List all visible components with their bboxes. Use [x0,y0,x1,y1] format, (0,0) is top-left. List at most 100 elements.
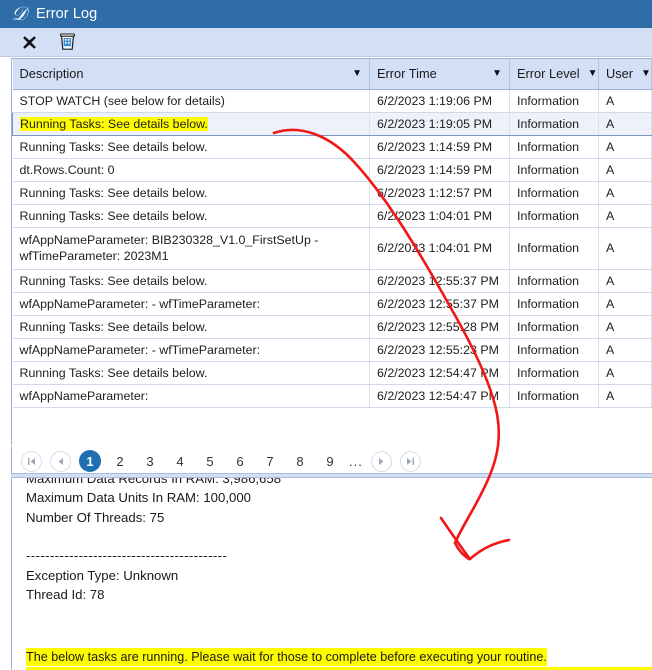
pager-next-button[interactable] [370,450,392,472]
error-log-grid[interactable]: Description ▼ Error Time ▼ Error Level ▼… [11,58,652,445]
close-button[interactable] [16,31,42,53]
table-cell-error-level[interactable]: Information [509,204,599,228]
table-cell-description[interactable]: wfAppNameParameter: [12,384,370,408]
table-row[interactable]: wfAppNameParameter: - wfTimeParameter: 6/… [12,338,652,362]
table-cell-description[interactable]: Running Tasks: See details below. [12,181,370,205]
pager-page-3[interactable]: 3 [139,450,161,472]
pager-prev-button[interactable] [50,450,71,472]
table-cell-description[interactable]: wfAppNameParameter: BIB230328_V1.0_First… [12,227,370,270]
table-cell-error-level[interactable]: Information [509,269,599,293]
table-row[interactable]: Running Tasks: See details below. 6/2/202… [12,181,652,205]
table-cell-user[interactable]: A [598,227,652,270]
table-cell-description[interactable]: Running Tasks: See details below. [12,204,370,228]
pager-page-8[interactable]: 8 [289,450,311,472]
pager-page-7[interactable]: 7 [259,450,281,472]
pager-page-1[interactable]: 1 [79,450,101,472]
warning-line: The below tasks are running. Please wait… [26,647,547,666]
table-cell-error-time[interactable]: 6/2/2023 12:55:37 PM [369,269,510,293]
pager-page-6[interactable]: 6 [229,450,251,472]
table-row[interactable]: Running Tasks: See details below. 6/2/202… [12,269,652,293]
table-cell-error-level[interactable]: Information [509,158,599,182]
filter-funnel-icon[interactable]: ▼ [492,68,502,79]
table-cell-error-time[interactable]: 6/2/2023 12:54:47 PM [369,384,510,408]
table-cell-error-level[interactable]: Information [509,315,599,339]
table-cell-error-time[interactable]: 6/2/2023 1:12:57 PM [369,181,510,205]
table-cell-user[interactable]: A [598,111,652,136]
column-header-description[interactable]: Description ▼ [12,59,370,90]
table-cell-user[interactable]: A [598,204,652,228]
table-cell-description[interactable]: STOP WATCH (see below for details) [12,89,370,113]
table-cell-user[interactable]: A [598,135,652,159]
table-cell-user[interactable]: A [598,181,652,205]
table-cell-user[interactable]: A [598,384,652,408]
table-cell-error-time[interactable]: 6/2/2023 1:19:06 PM [369,89,510,113]
table-cell-description[interactable]: Running Tasks: See details below. [12,269,370,293]
table-cell-user[interactable]: A [598,338,652,362]
pager-ellipsis[interactable]: ... [349,454,363,469]
table-cell-error-level[interactable]: Information [509,384,599,408]
pager-last-button[interactable] [399,450,421,472]
table-cell-error-time[interactable]: 6/2/2023 1:14:59 PM [369,158,510,182]
table-row[interactable]: Running Tasks: See details below. 6/2/202… [12,111,652,136]
table-row[interactable]: wfAppNameParameter: BIB230328_V1.0_First… [12,227,652,270]
app-logo-icon: 𝒟 [11,3,27,25]
table-cell-user[interactable]: A [598,269,652,293]
table-cell-error-level[interactable]: Information [509,227,599,270]
column-header-label: Error Level [517,66,580,82]
table-cell-error-time[interactable]: 6/2/2023 1:14:59 PM [369,135,510,159]
pager-page-2[interactable]: 2 [109,450,131,472]
filter-funnel-icon[interactable]: ▼ [641,68,650,79]
table-cell-error-level[interactable]: Information [509,292,599,316]
table-cell-error-level[interactable]: Information [509,338,599,362]
table-cell-user[interactable]: A [598,292,652,316]
grid-pager[interactable]: 1 2 3 4 5 6 7 8 9 ... [11,446,652,476]
table-cell-description[interactable]: Running Tasks: See details below. [12,111,370,136]
table-cell-error-level[interactable]: Information [509,89,599,113]
column-header-error-time[interactable]: Error Time ▼ [369,59,510,90]
table-row[interactable]: dt.Rows.Count: 0 6/2/2023 1:14:59 PM Infor… [12,158,652,182]
column-header-user[interactable]: User ▼ [598,59,652,90]
table-cell-user[interactable]: A [598,89,652,113]
pager-page-9[interactable]: 9 [319,450,341,472]
table-cell-description[interactable]: dt.Rows.Count: 0 [12,158,370,182]
filter-funnel-icon[interactable]: ▼ [588,68,598,79]
column-header-error-level[interactable]: Error Level ▼ [509,59,599,90]
window-title: Error Log [36,6,98,22]
table-cell-description[interactable]: Running Tasks: See details below. [12,315,370,339]
table-cell-user[interactable]: A [598,158,652,182]
column-header-label: Description [19,66,84,82]
pager-page-4[interactable]: 4 [169,450,191,472]
filter-funnel-icon[interactable]: ▼ [352,68,362,79]
pager-page-5[interactable]: 5 [199,450,221,472]
delete-button[interactable] [54,31,80,53]
table-cell-description[interactable]: wfAppNameParameter: - wfTimeParameter: [12,338,370,362]
pager-first-button[interactable] [21,450,42,472]
table-cell-error-time[interactable]: 6/2/2023 1:04:01 PM [369,227,510,270]
table-row[interactable]: wfAppNameParameter: 6/2/2023 12:54:47 PM I… [12,384,652,408]
table-cell-description[interactable]: Running Tasks: See details below. [12,135,370,159]
table-cell-error-time[interactable]: 6/2/2023 12:55:23 PM [369,338,510,362]
table-row[interactable]: Running Tasks: See details below. 6/2/202… [12,315,652,339]
table-cell-error-time[interactable]: 6/2/2023 12:54:47 PM [369,361,510,385]
table-cell-user[interactable]: A [598,361,652,385]
table-row[interactable]: wfAppNameParameter: - wfTimeParameter: 6/… [12,292,652,316]
detail-pane[interactable]: Maximum Data Records In RAM: 3,986,658 M… [11,478,652,670]
table-cell-error-level[interactable]: Information [509,111,599,136]
table-cell-description[interactable]: Running Tasks: See details below. [12,361,370,385]
table-row[interactable]: Running Tasks: See details below. 6/2/202… [12,204,652,228]
table-row[interactable]: Running Tasks: See details below. 6/2/202… [12,361,652,385]
cell-text: wfAppNameParameter: [19,388,149,403]
table-cell-user[interactable]: A [598,315,652,339]
table-row[interactable]: STOP WATCH (see below for details) 6/2/20… [12,89,652,113]
last-page-icon [406,457,414,465]
table-cell-error-level[interactable]: Information [509,135,599,159]
table-cell-error-time[interactable]: 6/2/2023 12:55:28 PM [369,315,510,339]
table-cell-error-time[interactable]: 6/2/2023 1:19:05 PM [369,111,510,136]
table-cell-error-time[interactable]: 6/2/2023 12:55:37 PM [369,292,510,316]
table-cell-error-level[interactable]: Information [509,361,599,385]
table-cell-error-time[interactable]: 6/2/2023 1:04:01 PM [369,204,510,228]
cell-text: Running Tasks: See details below. [20,116,208,131]
table-row[interactable]: Running Tasks: See details below. 6/2/202… [12,135,652,159]
table-cell-description[interactable]: wfAppNameParameter: - wfTimeParameter: [12,292,370,316]
table-cell-error-level[interactable]: Information [509,181,599,205]
